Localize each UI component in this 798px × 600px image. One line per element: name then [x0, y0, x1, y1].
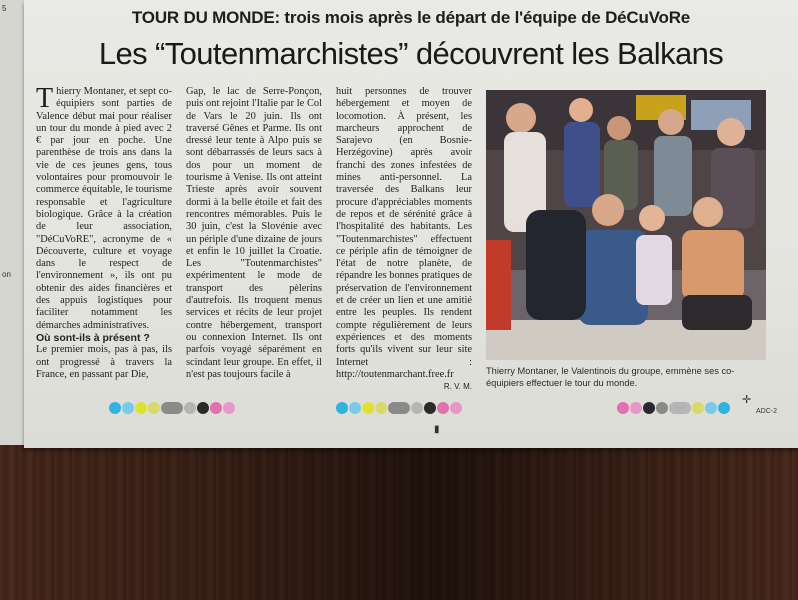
article-kicker: TOUR DU MONDE: trois mois après le dépar…: [131, 8, 691, 27]
column-1-paragraph-2: Le premier mois, pas à pas, ils ont prog…: [36, 344, 172, 380]
color-swatch: [718, 402, 730, 414]
color-swatch: [424, 402, 436, 414]
color-swatch: [692, 402, 704, 414]
color-swatch: [669, 402, 691, 414]
color-calibration-bar: [617, 402, 730, 414]
text-column-2: Gap, le lac de Serre-Ponçon, puis ont re…: [186, 86, 322, 381]
color-swatch: [336, 402, 348, 414]
newspaper-page: TOUR DU MONDE: trois mois après le dépar…: [24, 0, 798, 448]
color-calibration-bar: [336, 402, 462, 414]
color-swatch: [349, 402, 361, 414]
author-signature: R. V. M.: [443, 382, 472, 392]
column-3-paragraph: huit personnes de trouver hébergement et…: [336, 86, 472, 380]
text-column-1: Thierry Montaner, et sept co-équipiers s…: [36, 83, 172, 381]
color-swatch: [109, 402, 121, 414]
wooden-table-background: [0, 440, 798, 600]
side-page-mark: 5: [2, 4, 7, 13]
color-swatch: [450, 402, 462, 414]
color-calibration-bar: [109, 402, 235, 414]
color-swatch: [656, 402, 668, 414]
color-swatch: [197, 402, 209, 414]
color-swatch: [161, 402, 183, 414]
column-2-paragraph: Gap, le lac de Serre-Ponçon, puis ont re…: [186, 86, 322, 380]
color-swatch: [362, 402, 374, 414]
color-swatch: [388, 402, 410, 414]
color-swatch: [122, 402, 134, 414]
text-column-3: huit personnes de trouver hébergement et…: [336, 86, 472, 393]
color-swatch: [643, 402, 655, 414]
color-swatch: [437, 402, 449, 414]
section-subhead: Où sont-ils à présent ?: [36, 331, 150, 344]
color-swatch: [148, 402, 160, 414]
side-page-mark: on: [2, 270, 11, 279]
color-swatch: [223, 402, 235, 414]
color-swatch: [184, 402, 196, 414]
color-swatch: [375, 402, 387, 414]
color-swatch: [630, 402, 642, 414]
photo-caption: Thierry Montaner, le Valentinois du grou…: [486, 366, 735, 388]
color-swatch: [705, 402, 717, 414]
column-1-paragraph: hierry Montaner, et sept co-équipiers so…: [36, 86, 172, 331]
fold-mark: ▮: [434, 424, 440, 435]
previous-page-edge: 5 on: [0, 0, 27, 445]
registration-mark-icon: ✛: [742, 394, 752, 406]
color-swatch: [411, 402, 423, 414]
color-swatch: [135, 402, 147, 414]
print-code: ADC-2: [756, 408, 778, 415]
group-photo: [486, 90, 766, 360]
article-headline: Les “Toutenmarchistes” découvrent les Ba…: [98, 36, 724, 71]
dropcap-letter: T: [36, 83, 54, 114]
color-swatch: [210, 402, 222, 414]
color-swatch: [617, 402, 629, 414]
